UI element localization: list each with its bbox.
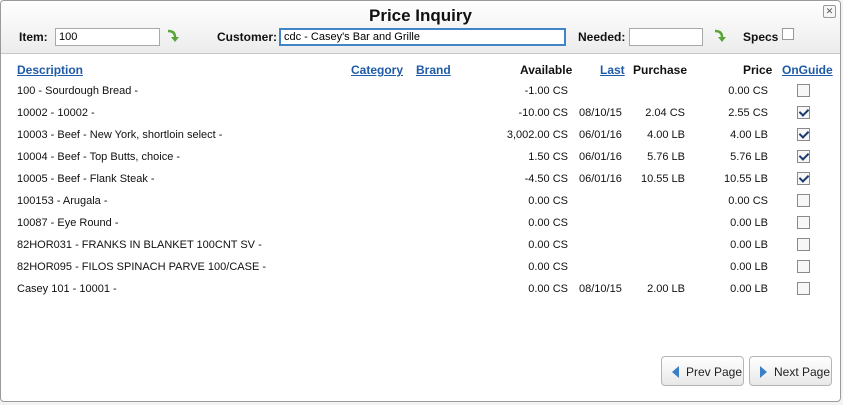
next-page-label: Next Page: [774, 365, 831, 379]
cell-available: 3,002.00 CS: [506, 129, 568, 141]
cell-available: -10.00 CS: [518, 107, 568, 119]
cell-last: 06/01/16: [579, 151, 622, 163]
table-row[interactable]: 82HOR031 - FRANKS IN BLANKET 100CNT SV -…: [1, 238, 840, 261]
cell-price: 0.00 LB: [730, 261, 768, 273]
onguide-checkbox[interactable]: [797, 84, 810, 97]
triangle-left-icon: [672, 366, 679, 378]
cell-description: 100153 - Arugala -: [17, 195, 108, 207]
cell-available: 0.00 CS: [528, 239, 568, 251]
table-row[interactable]: 10003 - Beef - New York, shortloin selec…: [1, 128, 840, 151]
cell-description: 10003 - Beef - New York, shortloin selec…: [17, 129, 223, 141]
dialog-title: Price Inquiry: [369, 6, 472, 25]
cell-description: 100 - Sourdough Bread -: [17, 85, 139, 97]
onguide-checkbox[interactable]: [797, 282, 810, 295]
cell-last: 08/10/15: [579, 283, 622, 295]
onguide-checkbox[interactable]: [797, 238, 810, 251]
col-header-onguide[interactable]: OnGuide: [782, 63, 833, 77]
cell-price: 0.00 CS: [728, 85, 768, 97]
cell-price: 10.55 LB: [723, 173, 768, 185]
cell-purchase: 5.76 LB: [647, 151, 685, 163]
onguide-checkbox[interactable]: [797, 128, 810, 141]
onguide-checkbox[interactable]: [797, 194, 810, 207]
cell-last: 06/01/16: [579, 173, 622, 185]
item-input[interactable]: [55, 28, 160, 46]
cell-price: 2.55 CS: [728, 107, 768, 119]
cell-purchase: 2.00 LB: [647, 283, 685, 295]
table-row[interactable]: 10004 - Beef - Top Butts, choice - 1.50 C…: [1, 150, 840, 173]
cell-available: 0.00 CS: [528, 195, 568, 207]
cell-description: 82HOR095 - FILOS SPINACH PARVE 100/CASE …: [17, 261, 267, 273]
col-header-available: Available: [520, 63, 573, 77]
cell-price: 4.00 LB: [730, 129, 768, 141]
onguide-checkbox[interactable]: [797, 172, 810, 185]
onguide-checkbox[interactable]: [797, 150, 810, 163]
cell-price: 5.76 LB: [730, 151, 768, 163]
cell-purchase: 10.55 LB: [640, 173, 685, 185]
col-header-description[interactable]: Description: [17, 63, 83, 77]
onguide-checkbox[interactable]: [797, 216, 810, 229]
cell-purchase: 2.04 CS: [645, 107, 685, 119]
cell-description: 10004 - Beef - Top Butts, choice -: [17, 151, 181, 163]
dialog-header: Price Inquiry ✕ Item: Customer: Needed: …: [1, 1, 840, 54]
col-header-category[interactable]: Category: [351, 63, 403, 77]
col-header-purchase: Purchase: [633, 63, 688, 77]
cell-price: 0.00 LB: [730, 217, 768, 229]
onguide-checkbox[interactable]: [797, 260, 810, 273]
triangle-right-icon: [760, 366, 767, 378]
table-row[interactable]: 100153 - Arugala - 0.00 CS 0.00 CS: [1, 194, 840, 217]
cell-price: 0.00 CS: [728, 195, 768, 207]
close-icon[interactable]: ✕: [823, 5, 836, 18]
cell-available: -1.00 CS: [524, 85, 568, 97]
onguide-checkbox[interactable]: [797, 106, 810, 119]
cell-available: 0.00 CS: [528, 283, 568, 295]
next-page-button[interactable]: Next Page: [749, 356, 832, 386]
cell-last: 08/10/15: [579, 107, 622, 119]
cell-price: 0.00 LB: [730, 239, 768, 251]
cell-price: 0.00 LB: [730, 283, 768, 295]
item-label: Item:: [19, 30, 48, 44]
cell-available: -4.50 CS: [524, 173, 568, 185]
specs-checkbox[interactable]: [782, 28, 794, 40]
prev-page-button[interactable]: Prev Page: [661, 356, 744, 386]
col-header-price: Price: [743, 63, 773, 77]
cell-description: Casey 101 - 10001 -: [17, 283, 117, 295]
col-header-last[interactable]: Last: [600, 63, 625, 77]
cell-description: 10087 - Eye Round -: [17, 217, 119, 229]
customer-label: Customer:: [217, 30, 278, 44]
cell-last: 06/01/16: [579, 129, 622, 141]
price-inquiry-dialog: Price Inquiry ✕ Item: Customer: Needed: …: [0, 0, 841, 402]
table-row[interactable]: 100 - Sourdough Bread - -1.00 CS 0.00 CS: [1, 84, 840, 107]
cell-description: 82HOR031 - FRANKS IN BLANKET 100CNT SV -: [17, 239, 262, 251]
cell-description: 10002 - 10002 -: [17, 107, 95, 119]
customer-input[interactable]: [279, 28, 566, 46]
item-go-arrow-icon[interactable]: [166, 29, 180, 43]
specs-label: Specs: [743, 30, 779, 44]
col-header-brand[interactable]: Brand: [416, 63, 451, 77]
table-row[interactable]: 82HOR095 - FILOS SPINACH PARVE 100/CASE …: [1, 260, 840, 283]
cell-purchase: 4.00 LB: [647, 129, 685, 141]
cell-description: 10005 - Beef - Flank Steak -: [17, 173, 155, 185]
needed-label: Needed:: [578, 30, 626, 44]
table-row[interactable]: 10087 - Eye Round - 0.00 CS 0.00 LB: [1, 216, 840, 239]
table-row[interactable]: Casey 101 - 10001 - 0.00 CS 08/10/15 2.00 L…: [1, 282, 840, 305]
table-row[interactable]: 10005 - Beef - Flank Steak - -4.50 CS 06/0…: [1, 172, 840, 195]
cell-available: 0.00 CS: [528, 261, 568, 273]
cell-available: 1.50 CS: [528, 151, 568, 163]
needed-date-input[interactable]: [629, 28, 703, 46]
needed-go-arrow-icon[interactable]: [713, 29, 727, 43]
cell-available: 0.00 CS: [528, 217, 568, 229]
prev-page-label: Prev Page: [686, 365, 743, 379]
table-row[interactable]: 10002 - 10002 - -10.00 CS 08/10/15 2.04 CS 2…: [1, 106, 840, 129]
